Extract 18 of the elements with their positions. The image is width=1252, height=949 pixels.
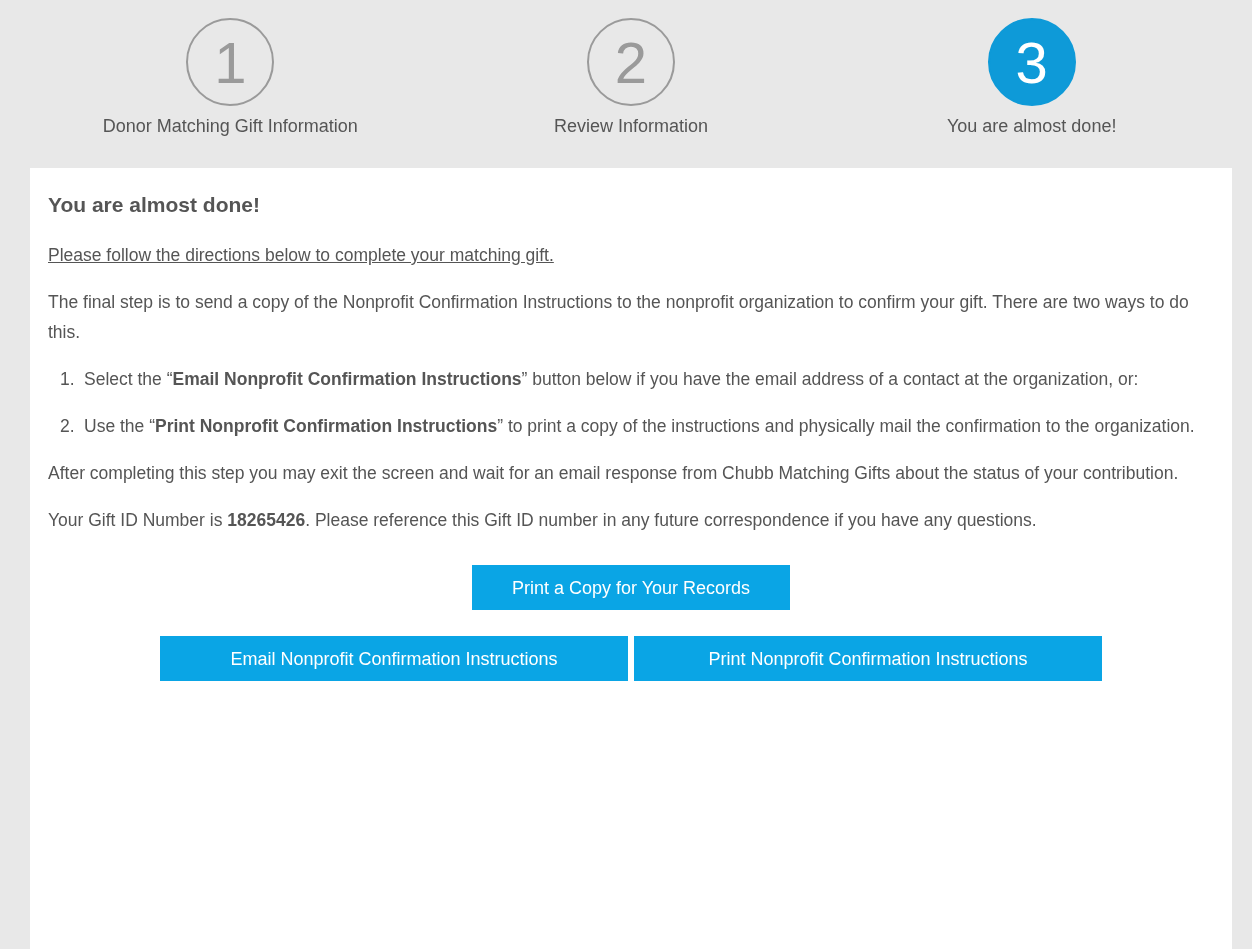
print-copy-button[interactable]: Print a Copy for Your Records (471, 565, 791, 610)
gift-id-paragraph: Your Gift ID Number is 18265426. Please reference this Gift ID number in any future correspondence if you have any questions. (48, 509, 1038, 532)
step-number: 2 (587, 18, 675, 106)
intro-paragraph: The final step is to send a copy of the Nonprofit Confirmation Instructions to the nonprofit organization to confirm your gift. There are two ways to do this. (48, 291, 1190, 344)
list-number: 1. (60, 368, 76, 391)
step-number: 3 (987, 18, 1076, 106)
after-paragraph: After completing this step you may exit the screen and wait for an email response from Chubb Matching Gifts about the status of your contribution. (48, 462, 1180, 485)
page-heading: You are almost done! (48, 192, 261, 218)
step-label: Donor Matching Gift Information (102, 116, 358, 137)
option-text: Select the “Email Nonprofit Confirmation Instructions” button below if you have the email address of a contact at the organization, or: (84, 368, 1139, 391)
step-number: 1 (186, 18, 275, 106)
list-number: 2. (60, 415, 76, 438)
step-label: Review Information (553, 116, 709, 137)
action-button[interactable]: Email Nonprofit Confirmation Instructions (160, 636, 628, 681)
action-button[interactable]: Print Nonprofit Confirmation Instructions (634, 636, 1102, 681)
option-text: Use the “Print Nonprofit Confirmation Instructions” to print a copy of the instructions and physically mail the confirmation to the organization. (84, 415, 1195, 438)
step-label: You are almost done! (946, 116, 1117, 137)
directions-link[interactable]: Please follow the directions below to complete your matching gift. (48, 245, 554, 265)
